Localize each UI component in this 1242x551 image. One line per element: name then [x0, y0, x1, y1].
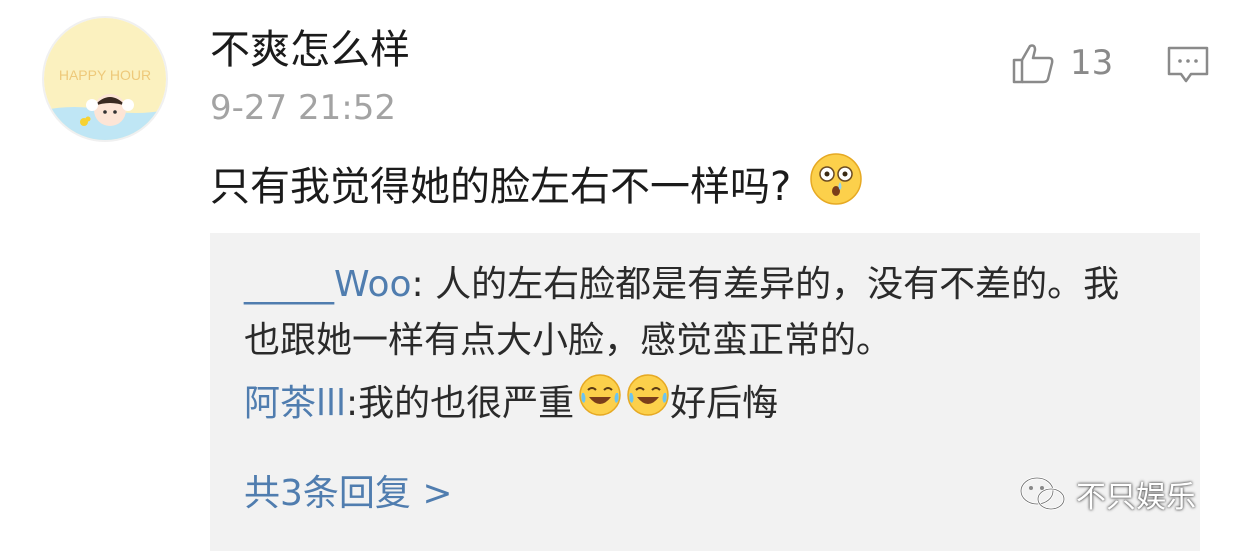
- thumbs-up-icon: [1012, 44, 1054, 84]
- avatar-text: HAPPY HOUR: [59, 67, 151, 83]
- astonished-face-icon: [809, 152, 863, 221]
- laugh-cry-icon: [626, 373, 670, 434]
- watermark-text: 不只娱乐: [1076, 480, 1196, 515]
- more-replies-link[interactable]: 共3条回复 >: [244, 469, 453, 519]
- reply-separator: :: [346, 382, 359, 424]
- reply-text-after: 好后悔: [670, 382, 779, 424]
- watermark: 不只娱乐: [1018, 472, 1196, 516]
- reply-author[interactable]: _____Woo: [244, 264, 412, 305]
- like-button[interactable]: 13: [1010, 38, 1113, 88]
- comment-icon: [1167, 46, 1209, 83]
- comment-text: 只有我觉得她的脸左右不一样吗?: [210, 163, 792, 210]
- reply-separator: :: [411, 264, 436, 305]
- wechat-icon: [1019, 476, 1066, 511]
- reply-text: 我的也很严重: [358, 382, 575, 424]
- user-avatar[interactable]: HAPPY HOUR: [42, 16, 168, 142]
- laugh-cry-icon: [578, 373, 622, 434]
- reply-item: 阿茶lll: 我的也很严重 好后悔: [244, 373, 1144, 434]
- avatar-image: HAPPY HOUR: [44, 18, 166, 140]
- like-count: 13: [1070, 43, 1114, 83]
- comment-timestamp: 9-27 21:52: [210, 88, 396, 128]
- reply-comment-button[interactable]: [1166, 45, 1210, 89]
- comment-username[interactable]: 不爽怎么样: [210, 24, 410, 76]
- reply-item: _____Woo: 人的左右脸都是有差异的，没有不差的。我也跟她一样有点大小脸，…: [244, 257, 1144, 369]
- comment-body: 只有我觉得她的脸左右不一样吗?: [210, 152, 863, 221]
- reply-author[interactable]: 阿茶lll: [244, 376, 346, 432]
